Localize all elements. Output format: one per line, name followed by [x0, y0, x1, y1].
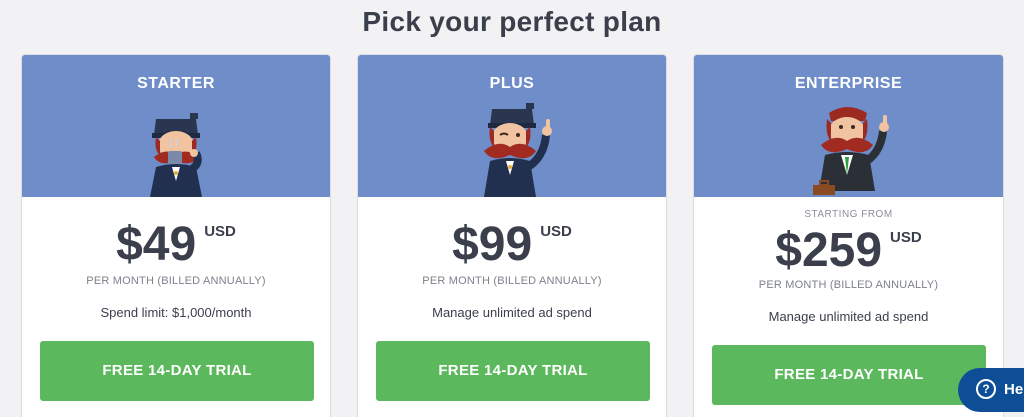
mascot-winking-thumbs-up-icon — [484, 103, 552, 197]
price: $259 USD — [694, 227, 1003, 275]
free-trial-button-starter[interactable]: FREE 14-DAY TRIAL — [40, 341, 314, 401]
billing-note: PER MONTH (BILLED ANNUALLY) — [758, 279, 939, 291]
price-amount: $49 — [116, 218, 197, 271]
plan-feature: Spend limit: $1,000/month — [100, 305, 252, 320]
mascot-drinking-coffee-icon — [150, 113, 202, 197]
plan-card-starter: STARTER $49 USD PER MONTH (BILLED ANNUAL… — [21, 54, 331, 417]
price-amount: $259 — [775, 224, 883, 277]
help-label: Hel — [1004, 381, 1024, 398]
plan-name: STARTER — [137, 75, 215, 92]
plan-name: PLUS — [489, 75, 535, 92]
plan-card-plus: PLUS $99 USD PER MONTH (BILLED ANNUALLY)… — [357, 54, 667, 417]
price-currency: USD — [890, 229, 922, 246]
plan-card-enterprise: ENTERPRISE STARTING FROM $259 USD PER MO… — [693, 54, 1004, 417]
question-circle-icon: ? — [976, 379, 996, 399]
price-currency: USD — [540, 223, 572, 240]
price: $99 USD — [358, 221, 666, 269]
plan-name: ENTERPRISE — [794, 75, 903, 92]
plan-feature: Manage unlimited ad spend — [768, 309, 929, 324]
starting-from-label: STARTING FROM — [804, 209, 893, 220]
price: $49 USD — [22, 221, 330, 269]
free-trial-button-enterprise[interactable]: FREE 14-DAY TRIAL — [712, 345, 986, 405]
plan-feature: Manage unlimited ad spend — [432, 305, 592, 320]
billing-note: PER MONTH (BILLED ANNUALLY) — [422, 275, 602, 287]
plan-header: STARTER — [22, 55, 330, 197]
help-widget-button[interactable]: ? Hel — [958, 368, 1024, 412]
plan-header: PLUS — [358, 55, 666, 197]
billing-note: PER MONTH (BILLED ANNUALLY) — [86, 275, 266, 287]
page-title: Pick your perfect plan — [362, 6, 662, 37]
price-currency: USD — [204, 223, 236, 240]
mascot-businessman-thumbs-up-icon — [812, 107, 889, 195]
pricing-page: Pick your perfect plan STARTER $49 USD P… — [0, 0, 1024, 417]
price-amount: $99 — [452, 218, 533, 271]
free-trial-button-plus[interactable]: FREE 14-DAY TRIAL — [376, 341, 650, 401]
plan-header: ENTERPRISE — [694, 55, 1003, 197]
